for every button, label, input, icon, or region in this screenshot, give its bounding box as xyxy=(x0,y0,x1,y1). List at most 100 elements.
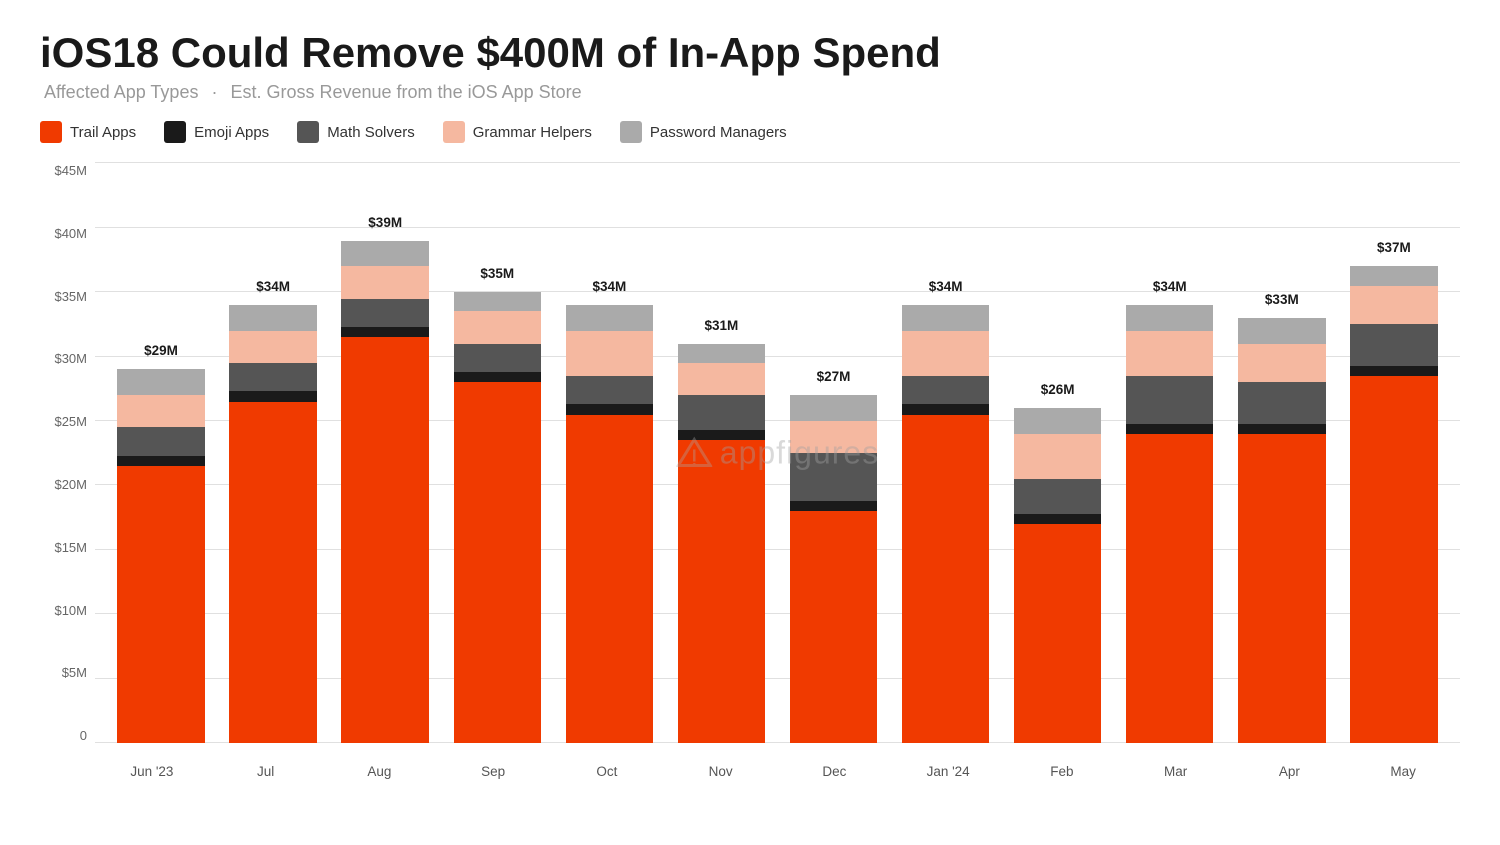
x-label-10: Apr xyxy=(1233,743,1347,783)
bar-group-5: $31M xyxy=(665,163,777,743)
bar-segment-grammar-9 xyxy=(1126,331,1213,376)
bar-segment-math-6 xyxy=(790,453,877,501)
bar-group-2: $39M xyxy=(329,163,441,743)
bar-group-11: $37M xyxy=(1338,163,1450,743)
bar-segment-emoji-7 xyxy=(902,404,989,414)
bar-segment-math-1 xyxy=(229,363,316,391)
chart-subtitle: Affected App Types · Est. Gross Revenue … xyxy=(40,82,1460,103)
y-label-1: $5M xyxy=(40,665,95,680)
bar-segment-password-9 xyxy=(1126,305,1213,331)
x-label-9: Mar xyxy=(1119,743,1233,783)
x-label-11: May xyxy=(1346,743,1460,783)
bar-segment-trail-0 xyxy=(117,466,204,743)
legend-swatch-trail xyxy=(40,121,62,143)
bar-segment-math-5 xyxy=(678,395,765,430)
bar-segment-password-7 xyxy=(902,305,989,331)
bar-segment-math-10 xyxy=(1238,382,1325,423)
bar-segment-password-10 xyxy=(1238,318,1325,344)
bar-total-label-11: $37M xyxy=(1377,240,1411,255)
bar-stack-8: $26M xyxy=(1014,408,1101,743)
legend-label-trail: Trail Apps xyxy=(70,124,136,141)
legend-item-grammar: Grammar Helpers xyxy=(443,121,592,143)
x-label-6: Dec xyxy=(778,743,892,783)
bar-segment-trail-11 xyxy=(1350,376,1437,743)
x-label-0: Jun '23 xyxy=(95,743,209,783)
legend-label-emoji: Emoji Apps xyxy=(194,124,269,141)
bar-stack-4: $34M xyxy=(566,305,653,743)
bar-segment-emoji-2 xyxy=(341,327,428,337)
bar-group-0: $29M xyxy=(105,163,217,743)
legend-swatch-emoji xyxy=(164,121,186,143)
bar-segment-trail-2 xyxy=(341,337,428,743)
y-label-0: 0 xyxy=(40,728,95,743)
legend-item-emoji: Emoji Apps xyxy=(164,121,269,143)
chart-legend: Trail Apps Emoji Apps Math Solvers Grammar … xyxy=(40,121,1460,143)
x-label-5: Nov xyxy=(664,743,778,783)
bar-segment-password-3 xyxy=(454,292,541,311)
bar-segment-grammar-4 xyxy=(566,331,653,376)
legend-label-password: Password Managers xyxy=(650,124,787,141)
bar-segment-math-11 xyxy=(1350,324,1437,365)
bar-segment-math-0 xyxy=(117,427,204,455)
bar-segment-grammar-7 xyxy=(902,331,989,376)
bar-segment-math-4 xyxy=(566,376,653,404)
subtitle-desc: Est. Gross Revenue from the iOS App Stor… xyxy=(230,82,581,102)
bar-group-3: $35M xyxy=(441,163,553,743)
bar-segment-math-8 xyxy=(1014,479,1101,514)
bar-group-1: $34M xyxy=(217,163,329,743)
bar-total-label-0: $29M xyxy=(144,343,178,358)
bar-segment-emoji-5 xyxy=(678,430,765,440)
bar-segment-grammar-10 xyxy=(1238,344,1325,383)
bar-segment-emoji-10 xyxy=(1238,424,1325,434)
bars-container: $29M$34M$39M$35M$34M$31M$27M$34M$26M$34M… xyxy=(95,163,1460,743)
bar-segment-emoji-4 xyxy=(566,404,653,414)
bar-segment-trail-5 xyxy=(678,440,765,743)
bar-total-label-4: $34M xyxy=(592,279,626,294)
x-label-8: Feb xyxy=(1005,743,1119,783)
bar-stack-5: $31M xyxy=(678,344,765,744)
bar-segment-grammar-5 xyxy=(678,363,765,395)
legend-label-grammar: Grammar Helpers xyxy=(473,124,592,141)
bar-segment-grammar-11 xyxy=(1350,286,1437,325)
bar-segment-password-11 xyxy=(1350,266,1437,285)
y-axis: 0$5M$10M$15M$20M$25M$30M$35M$40M$45M xyxy=(40,163,95,743)
bar-segment-emoji-0 xyxy=(117,456,204,466)
bar-stack-10: $33M xyxy=(1238,318,1325,743)
bar-segment-grammar-1 xyxy=(229,331,316,363)
y-label-8: $40M xyxy=(40,226,95,241)
bar-group-8: $26M xyxy=(1002,163,1114,743)
bar-segment-grammar-6 xyxy=(790,421,877,453)
bar-total-label-1: $34M xyxy=(256,279,290,294)
bar-stack-9: $34M xyxy=(1126,305,1213,743)
y-label-5: $25M xyxy=(40,414,95,429)
bar-segment-emoji-9 xyxy=(1126,424,1213,434)
bar-stack-11: $37M xyxy=(1350,266,1437,743)
bar-total-label-6: $27M xyxy=(817,369,851,384)
x-label-3: Sep xyxy=(436,743,550,783)
x-axis: Jun '23JulAugSepOctNovDecJan '24FebMarAp… xyxy=(95,743,1460,783)
bar-segment-trail-4 xyxy=(566,415,653,744)
bar-segment-password-6 xyxy=(790,395,877,421)
y-label-2: $10M xyxy=(40,603,95,618)
bar-group-6: $27M xyxy=(777,163,889,743)
x-label-2: Aug xyxy=(323,743,437,783)
y-label-6: $30M xyxy=(40,351,95,366)
bar-segment-grammar-0 xyxy=(117,395,204,427)
bar-segment-emoji-3 xyxy=(454,372,541,382)
bar-segment-trail-3 xyxy=(454,382,541,743)
bar-total-label-5: $31M xyxy=(705,318,739,333)
legend-item-password: Password Managers xyxy=(620,121,787,143)
bar-segment-emoji-8 xyxy=(1014,514,1101,524)
bar-segment-password-1 xyxy=(229,305,316,331)
legend-item-math: Math Solvers xyxy=(297,121,415,143)
bar-stack-3: $35M xyxy=(454,292,541,743)
bar-stack-7: $34M xyxy=(902,305,989,743)
bar-segment-emoji-11 xyxy=(1350,366,1437,376)
bar-segment-trail-6 xyxy=(790,511,877,743)
bar-stack-1: $34M xyxy=(229,305,316,743)
chart-area: 0$5M$10M$15M$20M$25M$30M$35M$40M$45M $29… xyxy=(40,163,1460,783)
bar-total-label-7: $34M xyxy=(929,279,963,294)
bar-segment-emoji-6 xyxy=(790,501,877,511)
legend-swatch-math xyxy=(297,121,319,143)
y-label-7: $35M xyxy=(40,289,95,304)
